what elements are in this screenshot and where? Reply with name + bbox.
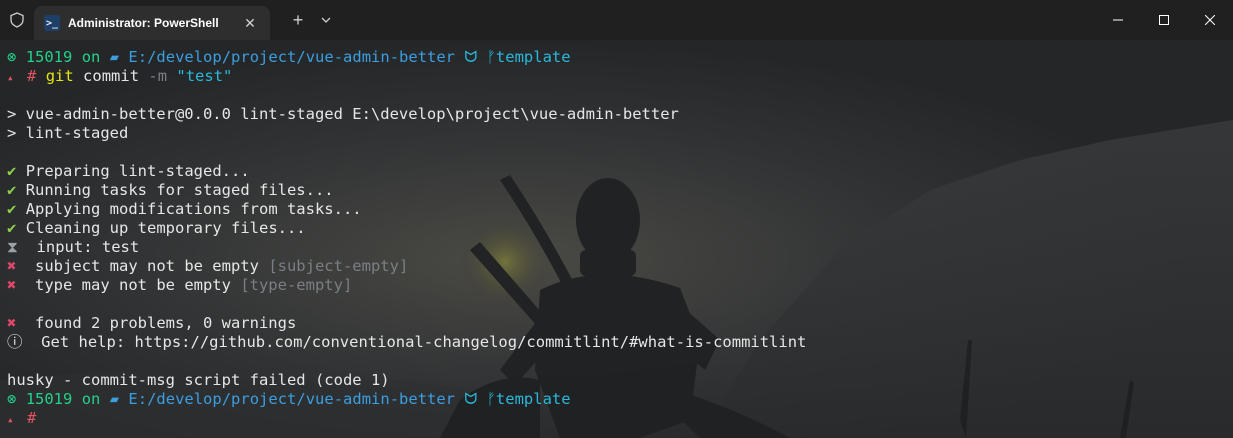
- command-arg: commit: [83, 67, 140, 85]
- minimize-button[interactable]: [1095, 0, 1141, 40]
- help-text: Get help: https://github.com/conventiona…: [22, 333, 807, 351]
- terminal-window: >_ Administrator: PowerShell ✕ + ⊗ 15019…: [0, 0, 1233, 438]
- command-name: git: [45, 67, 74, 85]
- prompt-branch: template: [495, 48, 571, 66]
- error-text: type may not be empty: [16, 276, 241, 294]
- hourglass-icon: ⧗: [7, 238, 18, 256]
- prompt-path: E:/develop/project/vue-admin-better: [128, 48, 456, 66]
- prompt-user: 15019: [25, 48, 73, 66]
- title-bar: >_ Administrator: PowerShell ✕ +: [0, 0, 1233, 40]
- summary-text: found 2 problems, 0 warnings: [16, 314, 297, 332]
- prompt-on: on: [81, 48, 101, 66]
- lint-step-text: Applying modifications from tasks...: [25, 200, 362, 218]
- error-rule: [type-empty]: [240, 276, 353, 294]
- command-line: ▴ # git commit -m "test": [7, 67, 1233, 86]
- commitlint-summary-line: ✖ found 2 problems, 0 warnings: [7, 314, 1233, 333]
- new-tab-button[interactable]: +: [284, 10, 312, 31]
- check-icon: ✔: [7, 162, 17, 180]
- branch-icon: ᚠ: [486, 390, 496, 408]
- prompt-user: 15019: [25, 390, 73, 408]
- lint-step-line: ✔ Cleaning up temporary files...: [7, 219, 1233, 238]
- prompt-hash: #: [27, 409, 37, 427]
- prompt-marker-icon: ▴: [7, 71, 14, 84]
- close-button[interactable]: [1187, 0, 1233, 40]
- prompt-on: on: [81, 390, 101, 408]
- branch-icon: ᚠ: [486, 48, 496, 66]
- prompt-line: ⊗ 15019 on ▰ E:/develop/project/vue-admi…: [7, 48, 1233, 67]
- husky-output-line: husky - commit-msg script failed (code 1…: [7, 371, 390, 389]
- shield-icon: [0, 0, 34, 40]
- powershell-icon: >_: [44, 15, 60, 31]
- command-message: "test": [176, 67, 233, 85]
- prompt-hash: #: [27, 67, 37, 85]
- check-icon: ✔: [7, 181, 17, 199]
- error-rule: [subject-empty]: [268, 257, 409, 275]
- error-text: subject may not be empty: [16, 257, 269, 275]
- lint-step-text: Preparing lint-staged...: [25, 162, 250, 180]
- terminal-output[interactable]: ⊗ 15019 on ▰ E:/develop/project/vue-admi…: [0, 40, 1233, 438]
- commitlint-input-text: input: test: [17, 238, 140, 256]
- error-icon: ✖: [7, 314, 17, 332]
- chevron-down-icon[interactable]: [312, 0, 340, 40]
- commitlint-input-line: ⧗ input: test: [7, 238, 1233, 257]
- prompt-path: E:/develop/project/vue-admin-better: [128, 390, 456, 408]
- check-icon: ✔: [7, 219, 17, 237]
- git-icon: ᗢ: [464, 390, 478, 408]
- tab-powershell[interactable]: >_ Administrator: PowerShell ✕: [34, 6, 270, 40]
- lint-step-line: ✔ Running tasks for staged files...: [7, 181, 1233, 200]
- command-flag: -m: [148, 67, 168, 85]
- check-icon: ✔: [7, 200, 17, 218]
- maximize-button[interactable]: [1141, 0, 1187, 40]
- commitlint-error-line: ✖ type may not be empty [type-empty]: [7, 276, 1233, 295]
- lint-step-line: ✔ Applying modifications from tasks...: [7, 200, 1233, 219]
- lint-step-text: Cleaning up temporary files...: [25, 219, 306, 237]
- prompt-line: ⊗ 15019 on ▰ E:/develop/project/vue-admi…: [7, 390, 1233, 409]
- commitlint-help-line: ⓘ Get help: https://github.com/conventio…: [7, 333, 1233, 352]
- status-icon: ⊗: [7, 390, 17, 408]
- close-tab-icon[interactable]: ✕: [240, 15, 260, 32]
- folder-icon: ▰: [109, 390, 120, 408]
- npm-output-line: > vue-admin-better@0.0.0 lint-staged E:\…: [7, 105, 679, 123]
- git-icon: ᗢ: [464, 48, 478, 66]
- error-icon: ✖: [7, 257, 17, 275]
- npm-output-line: > lint-staged: [7, 124, 129, 142]
- folder-icon: ▰: [109, 48, 120, 66]
- lint-step-line: ✔ Preparing lint-staged...: [7, 162, 1233, 181]
- prompt-marker-icon: ▴: [7, 413, 14, 426]
- input-line[interactable]: ▴ #: [7, 409, 1233, 428]
- prompt-branch: template: [495, 390, 571, 408]
- commitlint-error-line: ✖ subject may not be empty [subject-empt…: [7, 257, 1233, 276]
- error-icon: ✖: [7, 276, 17, 294]
- tab-title: Administrator: PowerShell: [68, 16, 219, 30]
- status-icon: ⊗: [7, 48, 17, 66]
- info-icon: ⓘ: [7, 333, 23, 351]
- lint-step-text: Running tasks for staged files...: [25, 181, 334, 199]
